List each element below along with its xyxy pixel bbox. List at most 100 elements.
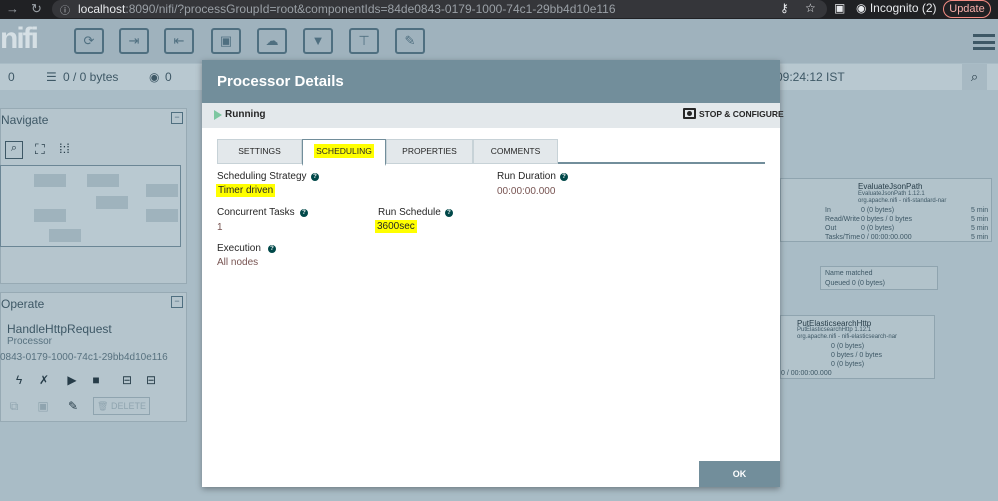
- row-window: 5 min: [971, 225, 989, 232]
- evaluate-processor-card[interactable]: EvaluateJsonPath EvaluateJsonPath 1.12.1…: [780, 178, 992, 242]
- row-label: Tasks/Time: [825, 234, 861, 241]
- forward-icon[interactable]: →: [6, 1, 19, 16]
- conn-queued-label: Queued: [825, 280, 850, 287]
- menu-icon[interactable]: [973, 34, 995, 50]
- put-bundle: org.apache.nifi - nifi-elasticsearch-nar: [797, 334, 898, 340]
- search-icon[interactable]: ⌕: [962, 64, 987, 90]
- dialog-tabs: SETTINGS SCHEDULING PROPERTIES COMMENTS: [217, 138, 765, 166]
- template-icon[interactable]: ⊤: [349, 28, 379, 54]
- component-type: Processor: [7, 336, 53, 347]
- status-count: 0: [8, 70, 15, 84]
- info-icon[interactable]: ⓘ: [60, 2, 72, 17]
- help-icon[interactable]: ?: [311, 173, 319, 181]
- running-label: Running: [225, 109, 266, 120]
- help-icon[interactable]: ?: [560, 173, 568, 181]
- evaluate-name: EvaluateJsonPath: [858, 182, 923, 191]
- input-port-icon[interactable]: ⇥: [119, 28, 149, 54]
- run-duration-value: 00:00:00.000: [497, 186, 556, 197]
- stop-configure-button[interactable]: STOP & CONFIGURE: [699, 109, 784, 119]
- row-value: 0 (0 bytes): [831, 343, 865, 350]
- processor-details-dialog: Processor Details Running STOP & CONFIGU…: [202, 60, 784, 487]
- zoom-out-icon[interactable]: ⌕: [5, 141, 23, 159]
- create-template-icon[interactable]: ⊟: [117, 370, 137, 390]
- status-time: 09:24:12 IST: [776, 70, 845, 84]
- row-value: 0 / 00:00:00.000: [781, 370, 832, 377]
- actual-size-icon[interactable]: ⁞:⁞: [59, 141, 70, 156]
- scheduling-strategy-value: Timer driven: [216, 184, 276, 197]
- row-value: 0 (0 bytes): [861, 225, 895, 232]
- process-group-icon[interactable]: ▣: [211, 28, 241, 54]
- funnel-icon[interactable]: ▼: [303, 28, 333, 54]
- label-icon[interactable]: ✎: [395, 28, 425, 54]
- disable-icon[interactable]: ✗: [34, 370, 54, 390]
- output-port-icon[interactable]: ⇤: [164, 28, 194, 54]
- browser-toolbar: → ↻ ⓘ localhost:8090/nifi/?processGroupI…: [0, 0, 998, 19]
- processor-icon[interactable]: ⟳: [74, 28, 104, 54]
- row-label: Out: [825, 225, 837, 232]
- connection-label[interactable]: Name matched Queued 0 (0 bytes): [820, 266, 938, 290]
- dialog-title: Processor Details: [217, 73, 344, 90]
- status-bytes: 0 / 0 bytes: [63, 70, 119, 84]
- incognito-indicator[interactable]: ◉ Incognito (2): [856, 1, 937, 15]
- row-label: Read/Write: [825, 216, 860, 223]
- status-transmitting: 0: [165, 70, 172, 84]
- run-schedule-label: Run Schedule: [378, 207, 441, 218]
- tab-scheduling[interactable]: SCHEDULING: [302, 139, 386, 166]
- url-text: localhost:8090/nifi/?processGroupId=root…: [78, 2, 616, 16]
- row-label: In: [825, 207, 831, 214]
- birdseye-view[interactable]: [0, 165, 181, 247]
- concurrent-tasks-label: Concurrent Tasks: [217, 207, 295, 218]
- tab-comments[interactable]: COMMENTS: [473, 139, 558, 164]
- color-icon[interactable]: ✎: [63, 396, 83, 416]
- conn-name-label: Name: [825, 270, 844, 277]
- ok-button[interactable]: OK: [699, 461, 780, 487]
- put-version: PutElasticsearchHttp 1.12.1: [797, 327, 872, 333]
- row-value: 0 / 00:00:00.000: [861, 234, 912, 241]
- nifi-toolbar: [0, 19, 998, 63]
- queue-icon: ☰: [46, 70, 57, 84]
- row-window: 5 min: [971, 207, 989, 214]
- evaluate-bundle: org.apache.nifi - nifi-standard-nar: [858, 198, 947, 204]
- copy-icon[interactable]: ⧉: [4, 396, 24, 416]
- scheduling-strategy-label: Scheduling Strategy: [217, 171, 307, 182]
- minimize-icon[interactable]: −: [171, 112, 183, 124]
- help-icon[interactable]: ?: [300, 209, 308, 217]
- help-icon[interactable]: ?: [268, 245, 276, 253]
- dialog-status-bar: Running STOP & CONFIGURE: [202, 103, 784, 128]
- upload-template-icon[interactable]: ⊟: [141, 370, 161, 390]
- concurrent-tasks-value: 1: [217, 222, 223, 233]
- star-icon[interactable]: ☆: [805, 1, 816, 15]
- evaluate-version: EvaluateJsonPath 1.12.1: [858, 191, 925, 197]
- execution-value: All nodes: [217, 257, 259, 268]
- row-value: 0 bytes / 0 bytes: [861, 216, 912, 223]
- group-icon[interactable]: ▣: [33, 396, 53, 416]
- help-icon[interactable]: ?: [445, 209, 453, 217]
- key-icon[interactable]: ⚷: [780, 1, 789, 15]
- update-button[interactable]: Update: [943, 0, 991, 18]
- operate-title: Operate: [1, 297, 45, 311]
- tab-properties[interactable]: PROPERTIES: [386, 139, 473, 164]
- row-value: 0 (0 bytes): [861, 207, 895, 214]
- sidepanel-icon[interactable]: ▣: [834, 1, 845, 15]
- run-duration-label: Run Duration: [497, 171, 556, 182]
- tab-settings[interactable]: SETTINGS: [217, 139, 302, 164]
- component-id: 0843-0179-1000-74c1-29bb4d10e116: [0, 352, 168, 363]
- enable-icon[interactable]: ϟ: [9, 370, 29, 390]
- stop-configure-icon[interactable]: [683, 108, 696, 119]
- minimize-icon[interactable]: −: [171, 296, 183, 308]
- put-elasticsearch-card[interactable]: PutElasticsearchHttp PutElasticsearchHtt…: [780, 315, 935, 379]
- dialog-header: Processor Details: [202, 60, 780, 103]
- start-icon[interactable]: ▶: [62, 370, 82, 390]
- reload-icon[interactable]: ↻: [31, 1, 42, 17]
- delete-button[interactable]: 🗑 DELETE: [93, 397, 150, 415]
- run-schedule-value: 3600sec: [375, 220, 417, 233]
- row-window: 5 min: [971, 216, 989, 223]
- conn-queued-value: 0 (0 bytes): [851, 280, 885, 287]
- row-value: 0 bytes / 0 bytes: [831, 352, 882, 359]
- address-bar[interactable]: ⓘ localhost:8090/nifi/?processGroupId=ro…: [52, 0, 827, 18]
- nifi-logo: nifi: [0, 22, 39, 55]
- fit-icon[interactable]: ⛶: [35, 141, 45, 158]
- transmitting-icon: ◉: [149, 70, 160, 84]
- remote-group-icon[interactable]: ☁: [257, 28, 287, 54]
- stop-icon[interactable]: ■: [86, 370, 106, 390]
